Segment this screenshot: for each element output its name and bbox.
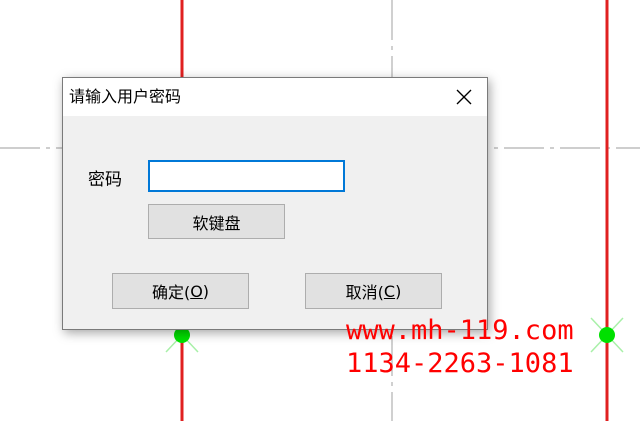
close-button[interactable] (441, 78, 487, 116)
password-input[interactable] (148, 160, 345, 192)
watermark-url: www.mh-119.com (346, 315, 574, 346)
watermark: www.mh-119.com 1134-2263-1081 (346, 314, 574, 380)
ok-button-hotkey: O (190, 281, 203, 301)
cancel-button-suffix: ) (395, 281, 402, 301)
cancel-button-hotkey: C (383, 281, 396, 301)
dialog-title: 请输入用户密码 (69, 87, 182, 106)
ok-button-suffix: ) (202, 281, 210, 301)
ok-button-label: 确定( (151, 283, 191, 302)
password-label: 密码 (88, 170, 122, 190)
watermark-phone: 1134-2263-1081 (346, 348, 574, 379)
dialog-titlebar[interactable]: 请输入用户密码 (63, 78, 487, 116)
cancel-button[interactable]: 取消(C) (305, 273, 442, 309)
soft-keyboard-button[interactable]: 软键盘 (148, 204, 285, 239)
password-dialog: 请输入用户密码 密码 软键盘 确定(O) 取消(C) (62, 77, 488, 330)
close-icon (456, 89, 472, 105)
cancel-button-label: 取消( (345, 283, 384, 302)
ok-button[interactable]: 确定(O) (112, 273, 249, 309)
